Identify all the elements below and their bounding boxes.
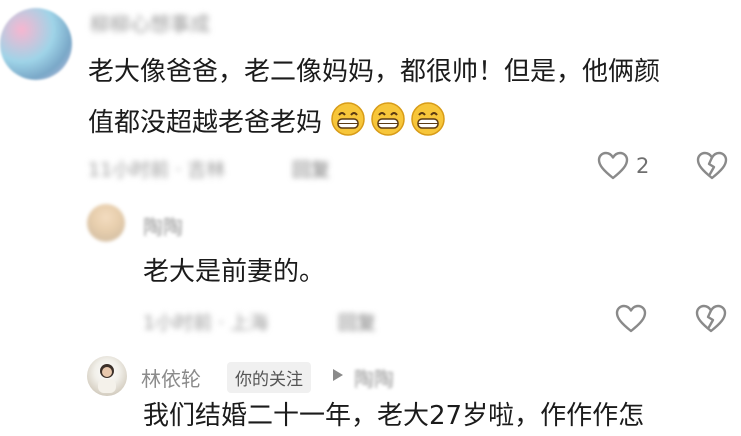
grin-emoji bbox=[330, 101, 366, 137]
comment-text-line-2: 值都没超越老爸老妈 bbox=[88, 101, 450, 143]
broken-heart-icon[interactable] bbox=[696, 151, 728, 181]
play-arrow-icon bbox=[332, 368, 344, 382]
comment-text: 值都没超越老爸老妈 bbox=[88, 108, 323, 138]
avatar[interactable] bbox=[87, 356, 127, 396]
grin-emoji bbox=[410, 101, 446, 137]
username[interactable]: 柳柳心想事成 bbox=[90, 8, 210, 37]
reply-text: 我们结婚二十一年，老大27岁啦，作作作怎 bbox=[143, 401, 645, 431]
reply-button[interactable]: 回复 bbox=[292, 155, 330, 182]
comment-text-line-1: 老大像爸爸，老二像妈妈，都很帅！但是，他俩颜 bbox=[88, 57, 661, 87]
like-count: 2 bbox=[636, 154, 650, 178]
following-badge: 你的关注 bbox=[227, 362, 311, 393]
reply-time: 1小时前 · 上海 bbox=[143, 312, 269, 334]
reply-button[interactable]: 回复 bbox=[338, 308, 376, 335]
heart-icon[interactable] bbox=[615, 304, 647, 334]
broken-heart-icon[interactable] bbox=[695, 304, 727, 334]
heart-icon[interactable] bbox=[597, 151, 629, 181]
reply-text: 老大是前妻的。 bbox=[143, 257, 326, 287]
comment-time: 11小时前 · 吉林 bbox=[88, 159, 226, 181]
avatar[interactable] bbox=[87, 204, 125, 242]
reply-username[interactable]: 林依轮 bbox=[141, 363, 201, 392]
reply-username[interactable]: 陶陶 bbox=[143, 211, 183, 240]
avatar[interactable] bbox=[0, 8, 72, 80]
reply-to-username[interactable]: 陶陶 bbox=[354, 363, 394, 392]
grin-emoji bbox=[370, 101, 406, 137]
